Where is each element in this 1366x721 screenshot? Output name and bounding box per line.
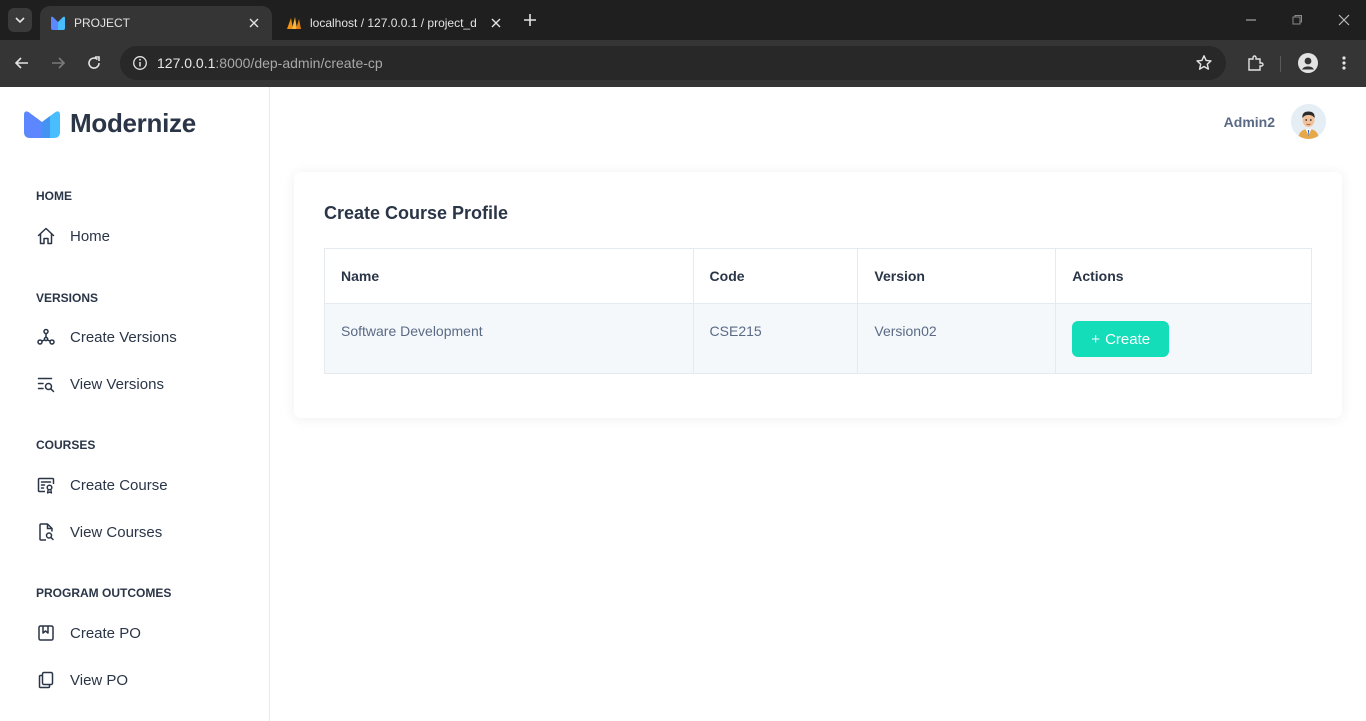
create-button[interactable]: + Create bbox=[1072, 321, 1170, 357]
sidebar-item-view-po[interactable]: View PO bbox=[26, 660, 246, 700]
restore-icon bbox=[1292, 15, 1302, 25]
card-title: Create Course Profile bbox=[324, 203, 509, 223]
column-header-version: Version bbox=[857, 248, 1057, 304]
nav-section-home: HOME bbox=[36, 189, 72, 203]
sidebar-item-label: View PO bbox=[70, 671, 129, 689]
certificate-icon bbox=[36, 475, 56, 495]
table-row: Software Development CSE215 Version02 + … bbox=[324, 303, 1312, 374]
list-search-icon bbox=[36, 374, 56, 394]
create-course-profile-card: Create Course Profile Name Code Version … bbox=[294, 172, 1342, 418]
browser-tab-bar: PROJECT localhost / 127.0.0.1 / project_… bbox=[0, 0, 1366, 40]
modernize-logo-icon bbox=[24, 110, 60, 138]
column-header-name: Name bbox=[324, 248, 694, 304]
arrow-right-icon bbox=[52, 57, 66, 69]
avatar[interactable] bbox=[1291, 104, 1326, 139]
browser-toolbar: 127.0.0.1:8000/dep-admin/create-cp bbox=[0, 40, 1366, 87]
nav-section-versions: VERSIONS bbox=[36, 291, 99, 305]
modernize-favicon-icon bbox=[51, 16, 65, 30]
page: Modernize HOME Home VERSIONS Create Vers… bbox=[0, 87, 1366, 721]
browser-tab-phpmyadmin[interactable]: localhost / 127.0.0.1 / project_d bbox=[276, 6, 514, 40]
create-button-label: Create bbox=[1105, 330, 1151, 348]
toolbar-separator bbox=[1280, 56, 1281, 72]
file-search-icon bbox=[36, 522, 56, 542]
sidebar-item-label: Home bbox=[70, 227, 111, 245]
bookmark-icon bbox=[36, 623, 56, 643]
brand-name: Modernize bbox=[70, 108, 196, 138]
sidebar-item-create-course[interactable]: Create Course bbox=[26, 465, 246, 505]
minimize-button[interactable] bbox=[1239, 8, 1263, 32]
user-avatar-icon bbox=[1291, 104, 1326, 139]
more-vertical-icon bbox=[1342, 56, 1346, 70]
url-text[interactable]: 127.0.0.1:8000/dep-admin/create-cp bbox=[157, 55, 383, 71]
site-info-icon[interactable] bbox=[128, 51, 152, 75]
restore-button[interactable] bbox=[1285, 8, 1309, 32]
extensions-button[interactable] bbox=[1243, 51, 1267, 75]
forward-button[interactable] bbox=[46, 51, 70, 75]
sidebar-item-home[interactable]: Home bbox=[26, 216, 246, 256]
copy-icon bbox=[36, 670, 56, 690]
phpmyadmin-favicon-icon bbox=[287, 17, 301, 29]
sidebar-item-label: View Courses bbox=[70, 523, 163, 541]
column-header-actions: Actions bbox=[1055, 248, 1312, 304]
sidebar: Modernize HOME Home VERSIONS Create Vers… bbox=[0, 87, 270, 721]
sidebar-item-label: Create PO bbox=[70, 624, 141, 642]
sidebar-item-view-versions[interactable]: View Versions bbox=[26, 364, 246, 404]
profile-button[interactable] bbox=[1296, 51, 1320, 75]
sidebar-item-label: View Versions bbox=[70, 375, 164, 393]
browser-tab-project[interactable]: PROJECT bbox=[40, 6, 272, 40]
reload-icon bbox=[88, 56, 100, 69]
column-header-code: Code bbox=[692, 248, 859, 304]
back-button[interactable] bbox=[10, 51, 34, 75]
address-bar[interactable]: 127.0.0.1:8000/dep-admin/create-cp bbox=[120, 46, 1226, 80]
cell-course-code: CSE215 bbox=[692, 303, 859, 374]
reload-button[interactable] bbox=[82, 51, 106, 75]
close-icon bbox=[1338, 14, 1350, 26]
course-profile-table: Name Code Version Actions Software Devel… bbox=[324, 248, 1312, 374]
user-name: Admin2 bbox=[1223, 113, 1275, 130]
plus-icon: + bbox=[1091, 330, 1101, 348]
versions-icon bbox=[36, 327, 56, 347]
url-host: 127.0.0.1 bbox=[157, 55, 216, 71]
sidebar-item-label: Create Versions bbox=[70, 328, 177, 346]
plus-icon bbox=[524, 14, 536, 26]
window-close-button[interactable] bbox=[1332, 8, 1356, 32]
tab-search-button[interactable] bbox=[8, 8, 32, 32]
close-icon[interactable] bbox=[246, 15, 262, 31]
person-icon bbox=[1298, 53, 1318, 73]
cell-version: Version02 bbox=[857, 303, 1057, 374]
sidebar-item-label: Create Course bbox=[70, 476, 168, 494]
bookmark-star-icon[interactable] bbox=[1192, 51, 1216, 75]
minimize-icon bbox=[1246, 19, 1256, 21]
new-tab-button[interactable] bbox=[520, 10, 540, 30]
cell-actions: + Create bbox=[1055, 303, 1312, 374]
cell-course-name: Software Development bbox=[324, 303, 694, 374]
sidebar-item-view-courses[interactable]: View Courses bbox=[26, 512, 246, 552]
home-icon bbox=[36, 226, 56, 246]
table-header-row: Name Code Version Actions bbox=[324, 248, 1312, 304]
browser-menu-button[interactable] bbox=[1332, 51, 1356, 75]
arrow-left-icon bbox=[14, 57, 28, 69]
nav-section-courses: COURSES bbox=[36, 438, 96, 452]
brand[interactable]: Modernize bbox=[24, 108, 196, 139]
sidebar-item-create-po[interactable]: Create PO bbox=[26, 613, 246, 653]
tab-title: localhost / 127.0.0.1 / project_d bbox=[310, 16, 477, 30]
user-menu[interactable]: Admin2 bbox=[1224, 104, 1326, 139]
chevron-down-icon bbox=[15, 17, 25, 24]
url-path: :8000/dep-admin/create-cp bbox=[215, 55, 383, 71]
close-icon[interactable] bbox=[488, 15, 504, 31]
puzzle-icon bbox=[1248, 55, 1264, 71]
sidebar-item-create-versions[interactable]: Create Versions bbox=[26, 317, 246, 357]
nav-section-program-outcomes: PROGRAM OUTCOMES bbox=[36, 586, 172, 600]
tab-title: PROJECT bbox=[74, 16, 131, 30]
